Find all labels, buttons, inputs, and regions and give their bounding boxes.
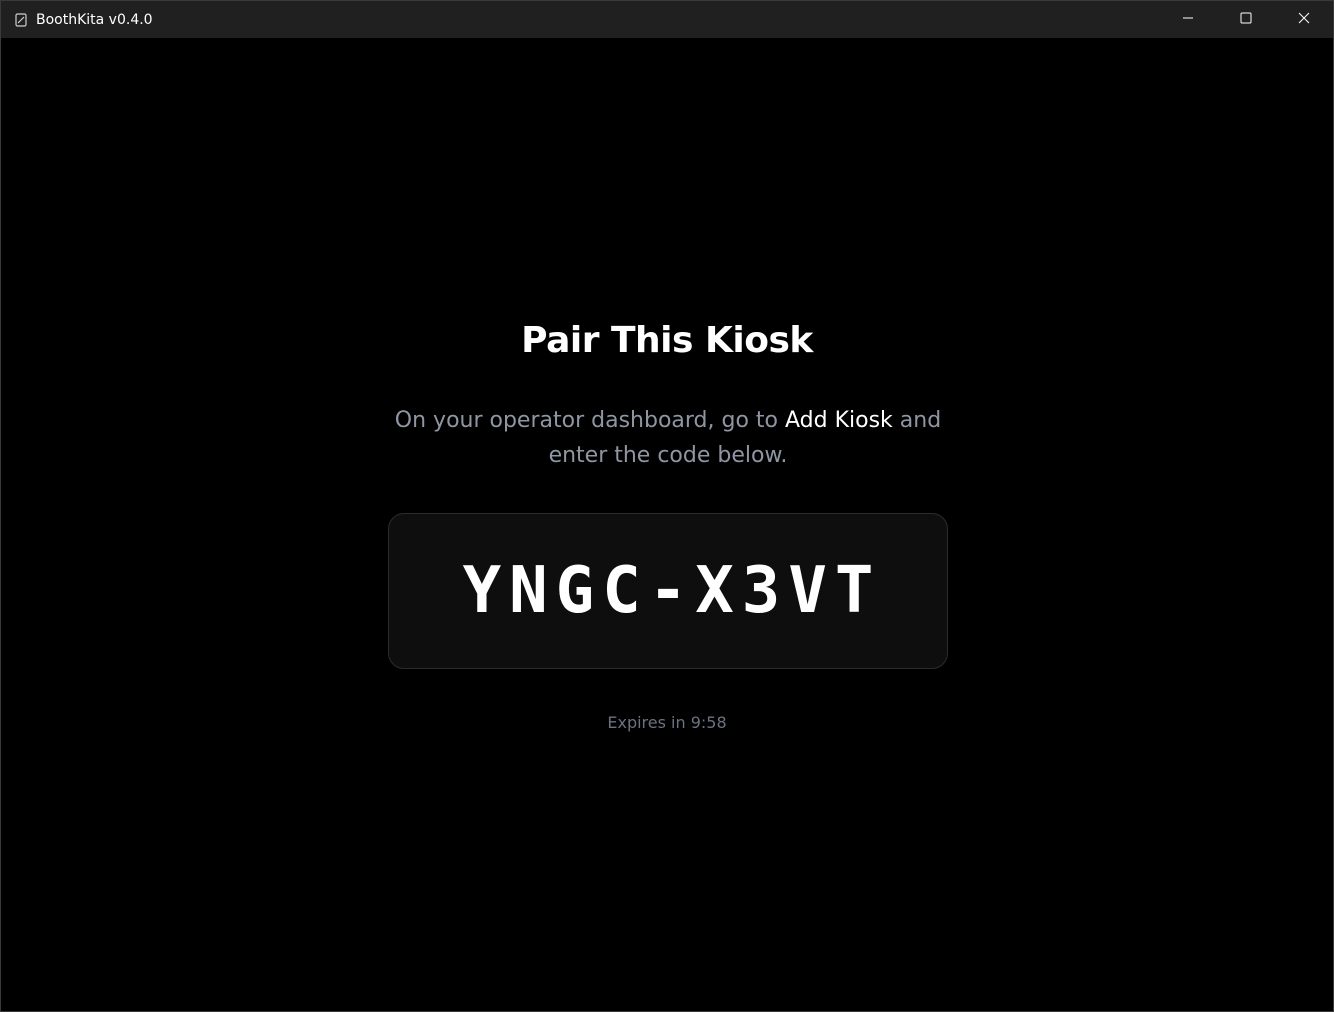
page-title: Pair This Kiosk [521, 320, 813, 361]
expiry-time: 9:58 [690, 713, 727, 732]
maximize-icon [1240, 11, 1252, 29]
window-title: BoothKita v0.4.0 [36, 11, 153, 28]
instruction-text-before: On your operator dashboard, go to [394, 408, 785, 433]
app-document-icon [14, 12, 28, 27]
close-icon [1298, 11, 1310, 29]
add-kiosk-highlight: Add Kiosk [785, 408, 893, 433]
pairing-code: YNGC-X3VT [462, 554, 882, 628]
app-window: BoothKita v0.4.0 Pair This Kiosk On your… [0, 0, 1334, 1012]
close-button[interactable] [1275, 1, 1333, 38]
minimize-button[interactable] [1159, 1, 1217, 38]
window-controls [1159, 1, 1333, 38]
title-bar[interactable]: BoothKita v0.4.0 [1, 1, 1333, 38]
minimize-icon [1182, 11, 1194, 29]
maximize-button[interactable] [1217, 1, 1275, 38]
pairing-instructions: On your operator dashboard, go to Add Ki… [371, 403, 965, 473]
pairing-screen: Pair This Kiosk On your operator dashboa… [1, 38, 1333, 1011]
expiry-label: Expires in [607, 713, 691, 732]
pairing-code-box: YNGC-X3VT [388, 513, 948, 669]
expiry-countdown: Expires in 9:58 [1, 713, 1333, 732]
